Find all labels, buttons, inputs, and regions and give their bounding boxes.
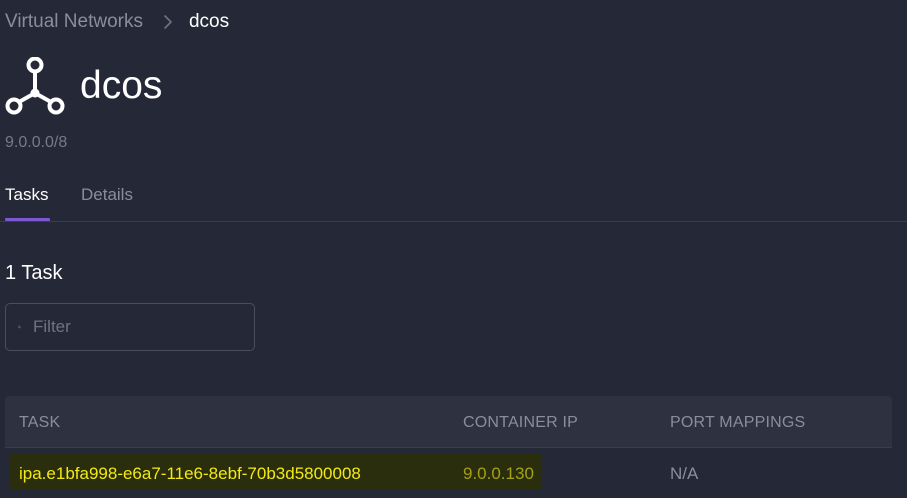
task-count: 1 Task bbox=[5, 262, 63, 284]
search-icon bbox=[18, 325, 21, 329]
breadcrumb-current: dcos bbox=[188, 11, 230, 32]
column-header-port-mappings[interactable]: PORT MAPPINGS bbox=[670, 413, 805, 433]
breadcrumb-virtual-networks-link[interactable]: Virtual Networks bbox=[5, 10, 143, 34]
container-ip-cell: 9.0.0.130 bbox=[463, 464, 534, 483]
filter-input[interactable] bbox=[33, 312, 254, 342]
tasks-table: TASK CONTAINER IP PORT MAPPINGS ipa.e1bf… bbox=[5, 396, 892, 498]
table-header: TASK CONTAINER IP PORT MAPPINGS bbox=[5, 396, 892, 448]
port-mappings-cell: N/A bbox=[670, 464, 699, 483]
tab-bar: Tasks Details bbox=[0, 180, 907, 222]
chevron-right-icon bbox=[164, 15, 172, 29]
tab-details[interactable]: Details bbox=[81, 184, 133, 221]
breadcrumb: Virtual Networks dcos bbox=[5, 10, 229, 34]
table-row: ipa.e1bfa998-e6a7-11e6-8ebf-70b3d5800008… bbox=[5, 448, 892, 498]
subnet-label: 9.0.0.0/8 bbox=[5, 134, 68, 151]
page-title: dcos bbox=[80, 64, 163, 107]
tab-tasks[interactable]: Tasks bbox=[5, 184, 48, 221]
column-header-container-ip[interactable]: CONTAINER IP bbox=[463, 413, 578, 433]
page-header: dcos bbox=[5, 57, 162, 117]
network-icon bbox=[5, 57, 65, 115]
task-name-link[interactable]: ipa.e1bfa998-e6a7-11e6-8ebf-70b3d5800008 bbox=[19, 464, 361, 484]
column-header-task[interactable]: TASK bbox=[19, 413, 60, 433]
filter-field[interactable] bbox=[5, 303, 255, 351]
active-tab-indicator bbox=[5, 218, 50, 221]
page: Virtual Networks dcos dcos 9.0.0.0/8 Tas… bbox=[0, 0, 907, 498]
